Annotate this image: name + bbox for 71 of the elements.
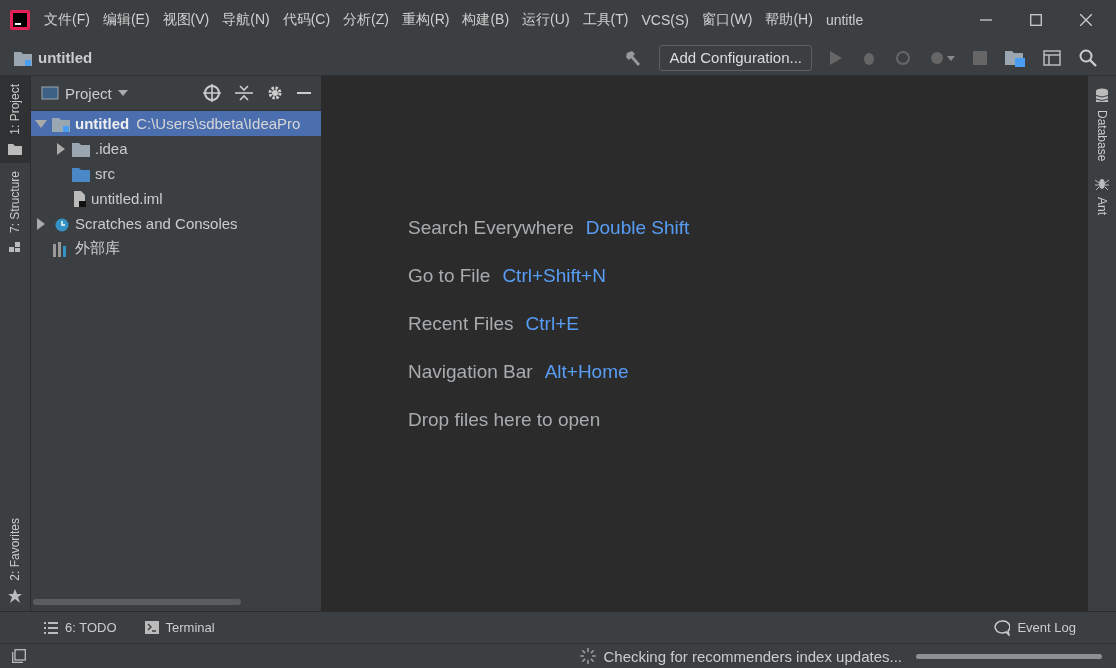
tool-window-tab[interactable]: 1: Project	[0, 76, 30, 163]
window-title: untitle	[825, 12, 864, 28]
tree-item[interactable]: src	[31, 161, 321, 186]
locate-icon[interactable]	[203, 84, 221, 102]
shortcut-text: Ctrl+Shift+N	[502, 264, 606, 287]
file-icon	[72, 190, 86, 207]
source-folder-icon	[72, 165, 90, 182]
shortcut-text: Double Shift	[585, 216, 690, 239]
tool-window-tab[interactable]: 7: Structure	[0, 162, 30, 261]
tool-window-tab[interactable]: 6: TODO	[44, 620, 117, 635]
tool-window-tab[interactable]: Ant	[1095, 175, 1109, 216]
tree-item[interactable]: Scratches and Consoles	[31, 211, 321, 236]
collapse-all-icon[interactable]	[235, 84, 253, 102]
terminal-icon	[144, 621, 159, 634]
shortcut-text: Ctrl+E	[525, 312, 579, 335]
tool-window-tab[interactable]: Database	[1095, 88, 1109, 162]
hint-label: Navigation Bar	[408, 360, 533, 383]
settings-icon[interactable]	[267, 85, 283, 101]
minimize-panel-icon[interactable]	[297, 91, 311, 95]
collapsed-arrow-icon[interactable]	[55, 142, 67, 155]
window-icon	[41, 86, 59, 100]
menu-item[interactable]: 重构(R)	[402, 11, 450, 29]
star-icon	[8, 589, 22, 603]
add-configuration-dropdown[interactable]: Add Configuration...	[659, 44, 812, 71]
tree-item[interactable]: untitled.iml	[31, 186, 321, 211]
structure-icon	[9, 240, 21, 253]
menu-item[interactable]: 构建(B)	[462, 11, 510, 29]
hint-label: Drop files here to open	[408, 408, 601, 431]
tree-item[interactable]: 外部库	[31, 236, 321, 261]
menu-item[interactable]: 窗口(W)	[701, 11, 753, 29]
window-layout-icon[interactable]	[1043, 49, 1061, 66]
menu-item[interactable]: 编辑(E)	[102, 11, 150, 29]
menu-item[interactable]: 导航(N)	[222, 11, 270, 29]
hint-label: Go to File	[408, 264, 491, 287]
spinner-icon	[579, 648, 596, 664]
tool-window-tab[interactable]: 2: Favorites	[0, 510, 30, 611]
project-view-dropdown[interactable]: Project	[41, 84, 128, 102]
menu-item[interactable]: VCS(S)	[641, 12, 689, 28]
folder-icon	[14, 49, 32, 66]
menu-item[interactable]: 帮助(H)	[765, 11, 813, 29]
horizontal-scrollbar[interactable]	[33, 599, 241, 605]
database-icon	[1095, 88, 1109, 104]
project-breadcrumb[interactable]: untitled	[14, 49, 93, 66]
list-icon	[44, 621, 58, 634]
menu-item[interactable]: 视图(V)	[162, 11, 210, 29]
menu-item[interactable]: 工具(T)	[582, 11, 629, 29]
status-text: Checking for recommenders index updates...	[603, 647, 902, 665]
module-folder-icon	[52, 115, 70, 132]
hammer-icon[interactable]	[624, 48, 643, 67]
menu-item[interactable]: 运行(U)	[522, 11, 570, 29]
hint-label: Search Everywhere	[408, 216, 574, 239]
menu-item[interactable]: 文件(F)	[44, 11, 90, 29]
folder-icon	[72, 140, 90, 157]
app-logo-icon	[10, 10, 30, 30]
folder-icon	[8, 142, 22, 155]
menu-item[interactable]: 代码(C)	[282, 11, 331, 29]
search-icon[interactable]	[1079, 48, 1097, 67]
caret-icon	[117, 90, 128, 96]
speech-bubble-icon	[994, 619, 1011, 636]
menu-item[interactable]: 分析(Z)	[343, 11, 389, 29]
tool-window-tab[interactable]: Terminal	[144, 620, 215, 635]
event-log-tab[interactable]: Event Log	[994, 619, 1076, 636]
shortcut-text: Alt+Home	[544, 360, 629, 383]
collapsed-arrow-icon[interactable]	[35, 217, 47, 230]
hint-label: Recent Files	[408, 312, 514, 335]
project-structure-icon[interactable]	[1005, 48, 1025, 67]
tree-item[interactable]: .idea	[31, 136, 321, 161]
tree-item[interactable]: untitled C:\Users\sdbeta\IdeaPro	[31, 111, 321, 136]
panel-toggle-icon[interactable]	[12, 649, 26, 663]
maximize-icon[interactable]	[1030, 14, 1042, 26]
close-icon[interactable]	[1080, 14, 1092, 26]
